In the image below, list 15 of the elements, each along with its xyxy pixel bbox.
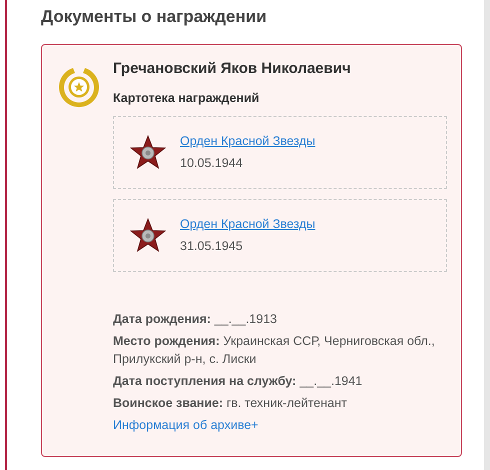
card-subtitle: Картотека награждений: [113, 90, 260, 107]
fact-line: Воинское звание: гв. техник-лейтенант: [113, 394, 348, 412]
star-medal-icon: [130, 135, 166, 170]
award-link[interactable]: Орден Красной Звезды: [180, 132, 316, 150]
fact-line: Дата поступления на службу: __.__.1941: [113, 372, 364, 390]
archive-info-link[interactable]: Информация об архиве+: [113, 416, 258, 434]
award-date: 10.05.1944: [180, 155, 244, 172]
award-link[interactable]: Орден Красной Звезды: [180, 214, 316, 234]
fact-line: Место рождения: Украинская ССР, Черниговская обл., Прилукский р-н, с. Лиски: [113, 332, 436, 368]
section-title: Документы о награждении: [41, 6, 268, 28]
star-medal-icon: [130, 218, 166, 252]
person-name: Гречановский Яков Николаевич: [113, 59, 352, 79]
fact-line: Дата рождения: __.__.1913: [113, 310, 278, 328]
medal-icon: [57, 65, 101, 109]
award-date: 31.05.1945: [180, 238, 244, 256]
